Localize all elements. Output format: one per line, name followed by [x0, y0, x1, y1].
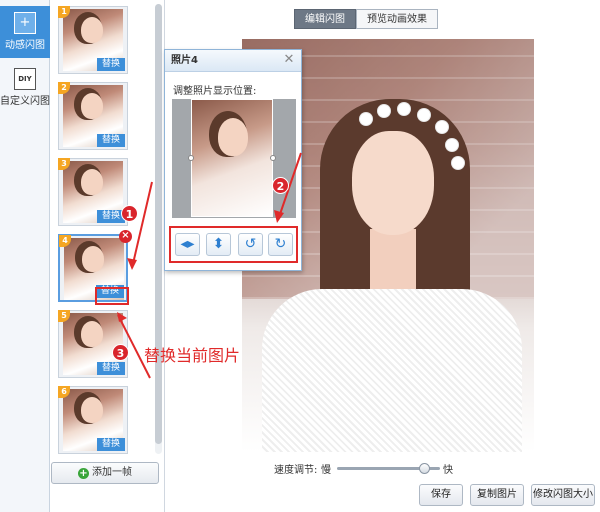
annotation-arrows: [117, 152, 302, 379]
annotation-text: 替换当前图片: [144, 346, 241, 365]
arrow-1-line: [131, 181, 153, 269]
arrow-2-head: [274, 210, 284, 223]
annotation-marker-1: 1: [121, 205, 138, 222]
arrow-3-head: [117, 312, 127, 322]
annotation-marker-3: 3: [112, 344, 129, 361]
annotation-marker-2: 2: [272, 177, 289, 194]
arrow-1-head: [127, 258, 137, 270]
